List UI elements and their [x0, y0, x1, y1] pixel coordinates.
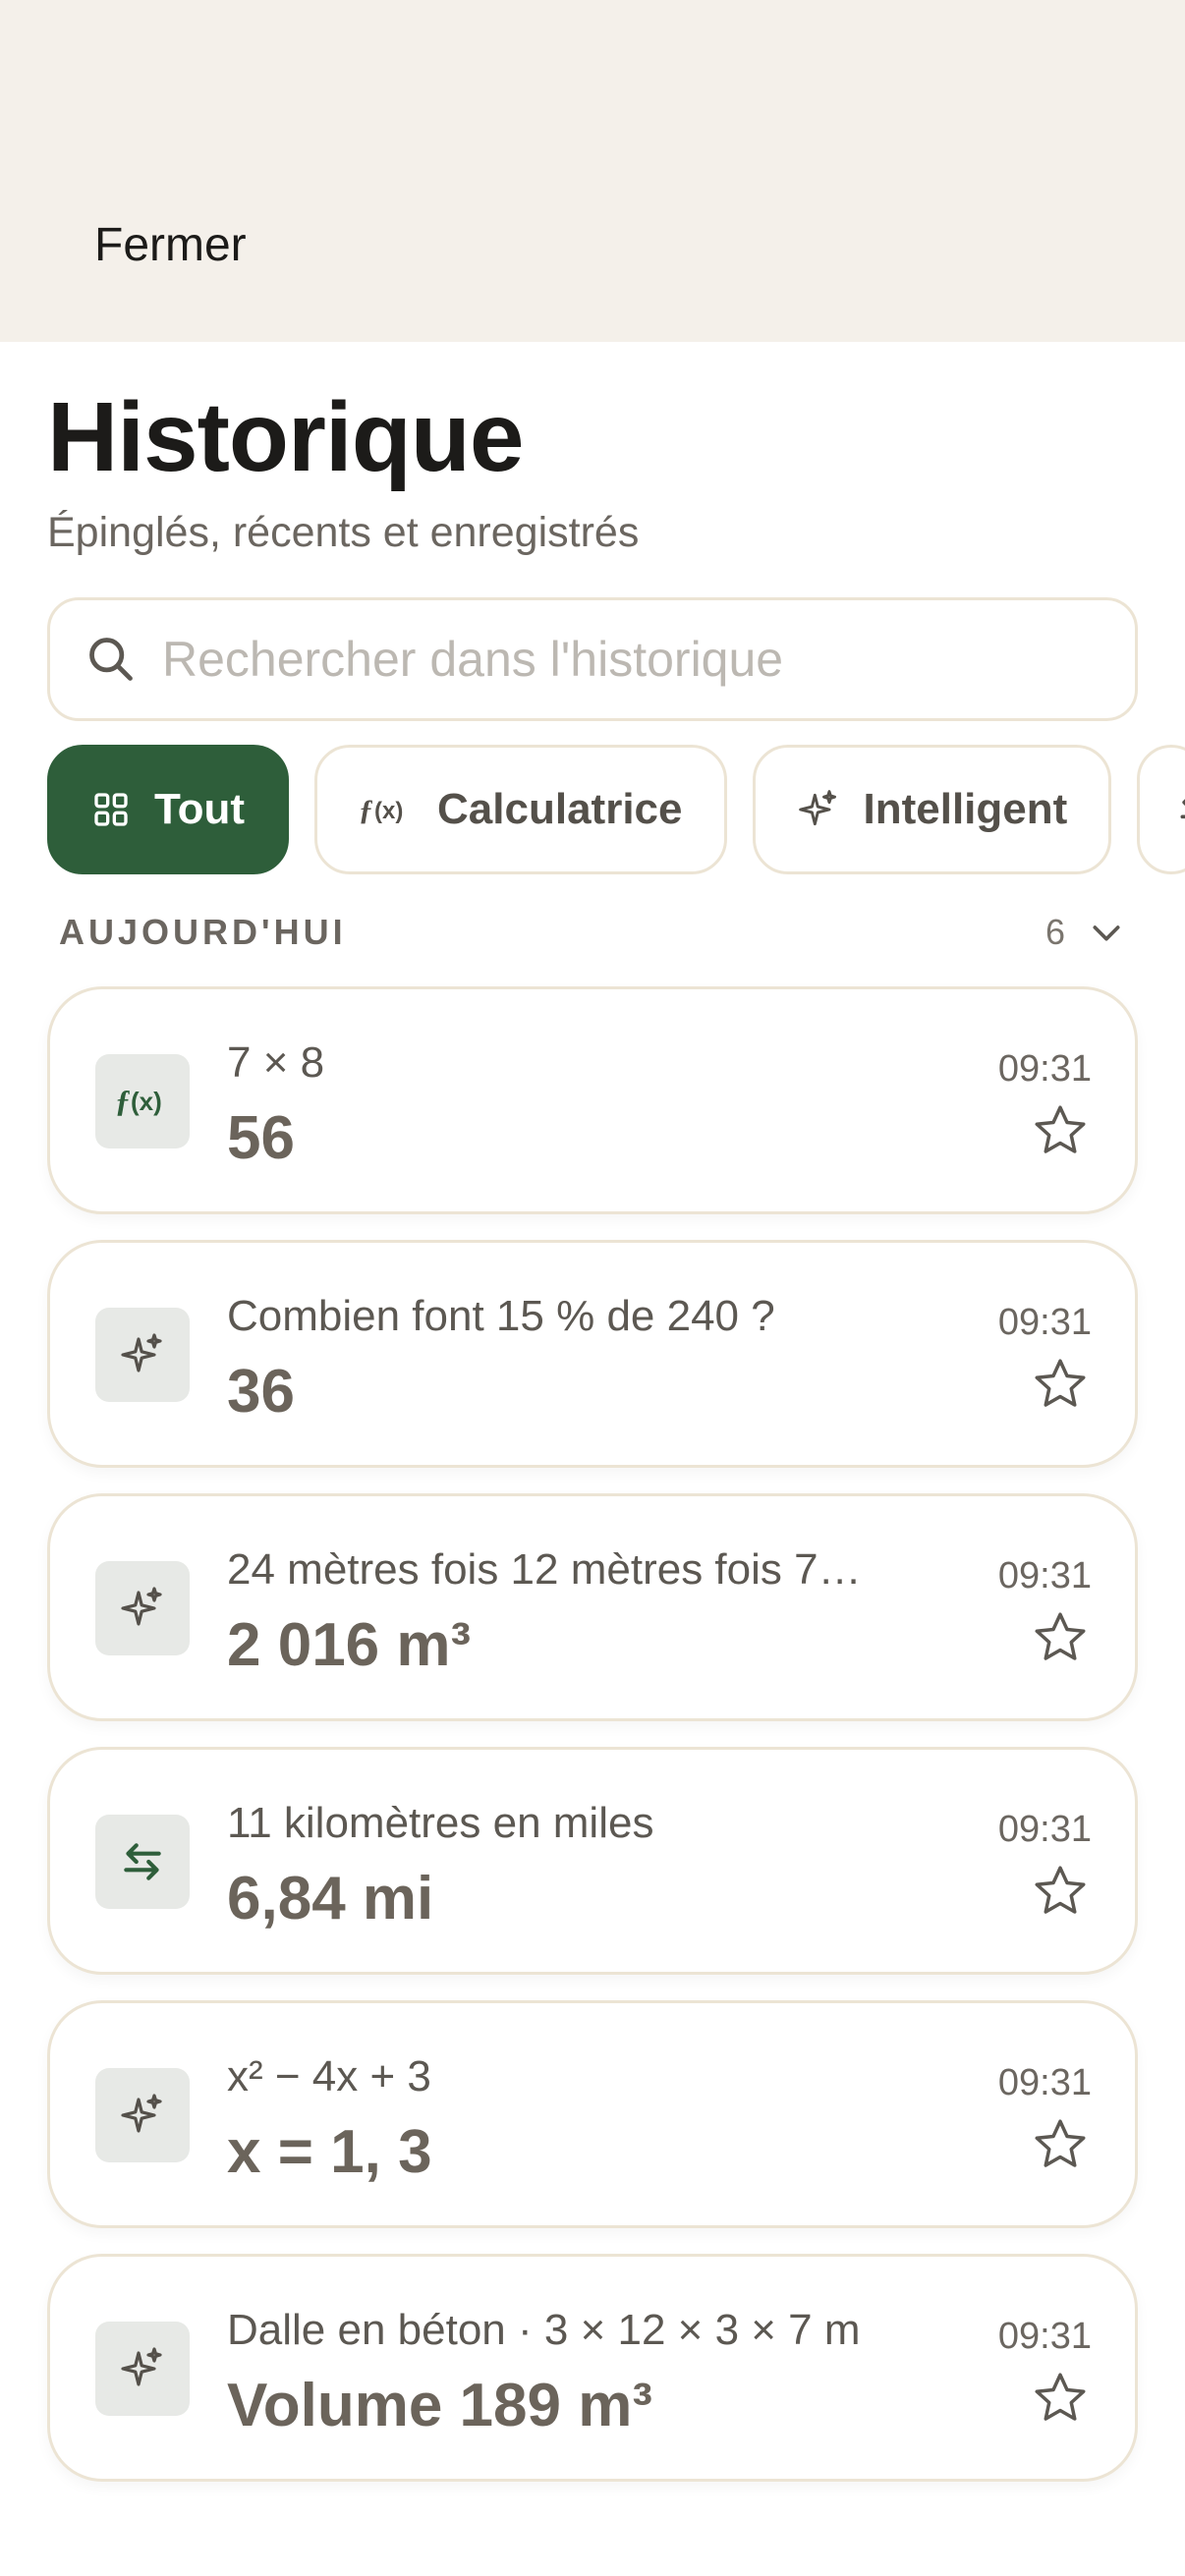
- history-query: x² − 4x + 3: [227, 2052, 431, 2100]
- star-icon[interactable]: [1031, 2115, 1090, 2174]
- filter-chip-all[interactable]: Tout: [47, 745, 290, 874]
- history-time: 09:31: [997, 1048, 1092, 1090]
- close-button[interactable]: Fermer: [94, 218, 247, 272]
- history-result: 2 016 m³: [227, 1611, 472, 1679]
- filter-chips: Tout ƒ (x) Calculatrice Intelligent: [47, 745, 1185, 874]
- star-icon[interactable]: [1031, 2369, 1090, 2428]
- function-icon: ƒ (x): [95, 1054, 190, 1148]
- history-result: 56: [227, 1104, 295, 1172]
- search-bar[interactable]: [47, 597, 1138, 721]
- grid-icon: [91, 790, 131, 829]
- sheet-header: Fermer: [0, 0, 1185, 342]
- history-item[interactable]: 11 kilomètres en miles 6,84 mi 09:31: [47, 1747, 1138, 1975]
- history-time: 09:31: [997, 1555, 1092, 1596]
- sparkle-icon: [95, 1308, 190, 1402]
- history-result: Volume 189 m³: [227, 2372, 653, 2439]
- function-icon: ƒ (x): [359, 790, 414, 829]
- filter-chip-label: Calculatrice: [437, 785, 683, 833]
- section-header: AUJOURD'HUI 6: [59, 912, 1126, 953]
- chevron-down-icon[interactable]: [1087, 913, 1126, 952]
- filter-chip-calculator[interactable]: ƒ (x) Calculatrice: [314, 745, 727, 874]
- history-item[interactable]: x² − 4x + 3 x = 1, 3 09:31: [47, 2000, 1138, 2228]
- history-time: 09:31: [997, 1302, 1092, 1343]
- sparkle-icon: [95, 2068, 190, 2162]
- star-icon[interactable]: [1031, 1355, 1090, 1414]
- history-time: 09:31: [997, 2316, 1092, 2357]
- search-icon: [89, 638, 133, 681]
- history-item[interactable]: 24 mètres fois 12 mètres fois 7… 2 016 m…: [47, 1493, 1138, 1721]
- svg-text:(x): (x): [374, 798, 403, 824]
- history-list: ƒ (x) 7 × 8 56 09:31 Combien font 15 % d…: [47, 986, 1138, 2507]
- filter-chip-label: Tout: [154, 785, 246, 833]
- history-result: 36: [227, 1358, 295, 1426]
- svg-text:(x): (x): [131, 1087, 162, 1116]
- filter-chip-label: Intelligent: [863, 785, 1068, 833]
- convert-icon: [95, 1815, 190, 1909]
- page-subtitle: Épinglés, récents et enregistrés: [47, 509, 640, 556]
- svg-text:ƒ: ƒ: [359, 794, 373, 826]
- history-item[interactable]: Combien font 15 % de 240 ? 36 09:31: [47, 1240, 1138, 1468]
- history-query: 7 × 8: [227, 1038, 325, 1087]
- search-input[interactable]: [162, 631, 1046, 688]
- history-item[interactable]: Dalle en béton · 3 × 12 × 3 × 7 m Volume…: [47, 2254, 1138, 2482]
- sparkle-icon: [95, 1561, 190, 1655]
- section-toggle[interactable]: 6: [1045, 912, 1126, 953]
- filter-chip-conversion[interactable]: [1137, 745, 1185, 874]
- history-query: 11 kilomètres en miles: [227, 1799, 654, 1847]
- history-query: Combien font 15 % de 240 ?: [227, 1292, 775, 1340]
- star-icon[interactable]: [1031, 1608, 1090, 1667]
- history-time: 09:31: [997, 1809, 1092, 1850]
- star-icon[interactable]: [1031, 1862, 1090, 1921]
- history-result: x = 1, 3: [227, 2118, 432, 2186]
- page-title: Historique: [47, 382, 524, 492]
- filter-chip-smart[interactable]: Intelligent: [752, 745, 1112, 874]
- history-result: 6,84 mi: [227, 1865, 434, 1932]
- history-item[interactable]: ƒ (x) 7 × 8 56 09:31: [47, 986, 1138, 1214]
- convert-icon: [1175, 788, 1185, 831]
- sparkle-icon: [95, 2322, 190, 2416]
- history-query: 24 mètres fois 12 mètres fois 7…: [227, 1545, 862, 1594]
- history-query: Dalle en béton · 3 × 12 × 3 × 7 m: [227, 2306, 861, 2354]
- history-time: 09:31: [997, 2062, 1092, 2103]
- sparkle-icon: [797, 788, 840, 831]
- section-count: 6: [1044, 912, 1065, 952]
- star-icon[interactable]: [1031, 1101, 1090, 1160]
- section-title: AUJOURD'HUI: [59, 912, 347, 952]
- svg-text:ƒ: ƒ: [115, 1083, 131, 1118]
